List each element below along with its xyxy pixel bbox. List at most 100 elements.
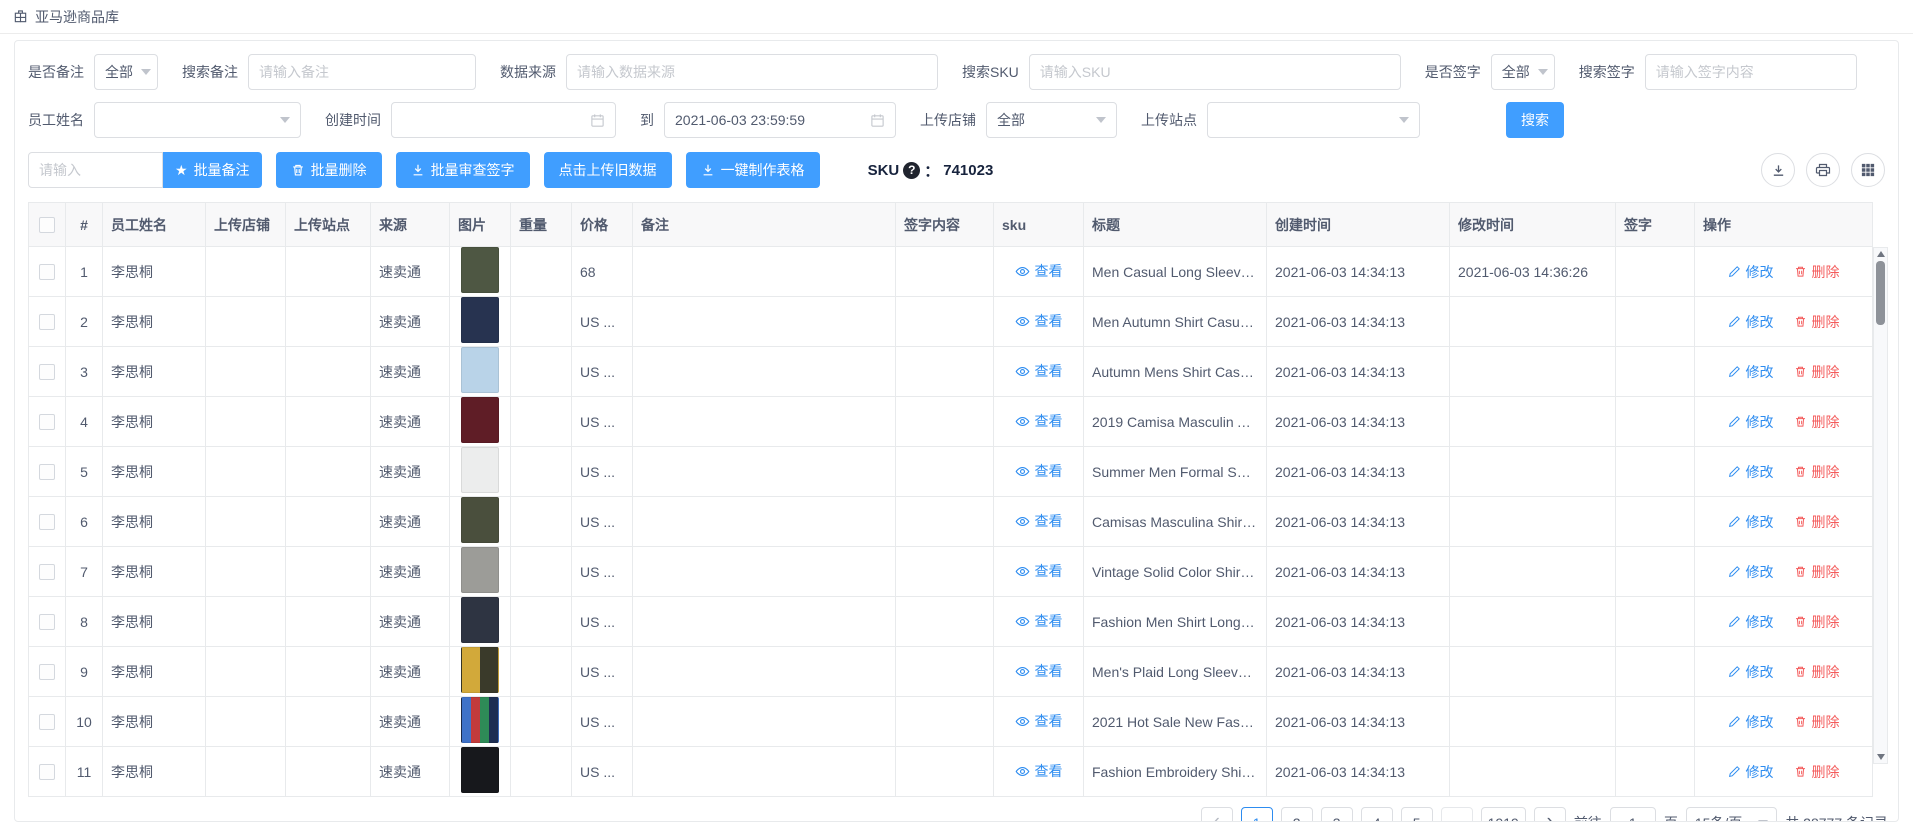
page-size-select[interactable]: 15条/页	[1686, 807, 1777, 822]
edit-button[interactable]: 修改	[1728, 512, 1774, 532]
view-sku-link[interactable]: 查看	[1015, 761, 1063, 781]
upload-old-data-button[interactable]: 点击上传旧数据	[544, 152, 672, 188]
row-checkbox[interactable]	[39, 414, 55, 430]
row-index: 10	[66, 697, 103, 747]
delete-button[interactable]: 删除	[1794, 612, 1840, 632]
cell-site	[286, 597, 371, 647]
page-button-3[interactable]: 3	[1321, 807, 1353, 822]
upload-site-select[interactable]	[1207, 102, 1420, 138]
row-checkbox[interactable]	[39, 314, 55, 330]
cell-shop	[206, 747, 286, 797]
question-circle-icon[interactable]: ?	[903, 162, 920, 179]
search-remark-input[interactable]	[248, 54, 476, 90]
select-all-checkbox[interactable]	[39, 217, 55, 233]
row-checkbox[interactable]	[39, 714, 55, 730]
batch-remark-input[interactable]	[28, 152, 163, 188]
row-checkbox[interactable]	[39, 764, 55, 780]
employee-select[interactable]	[94, 102, 301, 138]
product-image	[461, 497, 499, 543]
data-source-input[interactable]	[566, 54, 938, 90]
edit-button[interactable]: 修改	[1728, 462, 1774, 482]
edit-button[interactable]: 修改	[1728, 312, 1774, 332]
edit-button[interactable]: 修改	[1728, 412, 1774, 432]
scrollbar-thumb[interactable]	[1876, 261, 1885, 325]
delete-button[interactable]: 删除	[1794, 512, 1840, 532]
page-button-4[interactable]: 4	[1361, 807, 1393, 822]
view-sku-link[interactable]: 查看	[1015, 361, 1063, 381]
delete-button[interactable]: 删除	[1794, 412, 1840, 432]
edit-button[interactable]: 修改	[1728, 262, 1774, 282]
delete-button[interactable]: 删除	[1794, 762, 1840, 782]
upload-shop-select[interactable]: 全部	[986, 102, 1117, 138]
cell-title: Fashion Men Shirt Long Sl...	[1084, 597, 1267, 647]
print-button[interactable]	[1806, 153, 1840, 187]
row-checkbox[interactable]	[39, 264, 55, 280]
cell-source: 速卖通	[371, 497, 450, 547]
view-sku-link[interactable]: 查看	[1015, 411, 1063, 431]
search-sku-input[interactable]	[1029, 54, 1401, 90]
column-settings-button[interactable]	[1851, 153, 1885, 187]
edit-button[interactable]: 修改	[1728, 362, 1774, 382]
product-image	[461, 397, 499, 443]
create-time-end-input[interactable]: 2021-06-03 23:59:59	[664, 102, 896, 138]
page-button-2[interactable]: 2	[1281, 807, 1313, 822]
table-row: 2 李思桐 速卖通 US ... 查看 Men Autumn Shirt Cas…	[29, 297, 1873, 347]
calendar-icon	[870, 113, 885, 128]
delete-button[interactable]: 删除	[1794, 312, 1840, 332]
batch-remark-group: ★ 批量备注	[28, 152, 262, 188]
batch-remark-button[interactable]: ★ 批量备注	[163, 152, 262, 188]
edit-button[interactable]: 修改	[1728, 762, 1774, 782]
vertical-scrollbar[interactable]	[1873, 247, 1888, 764]
delete-button[interactable]: 删除	[1794, 462, 1840, 482]
view-sku-link[interactable]: 查看	[1015, 711, 1063, 731]
edit-button[interactable]: 修改	[1728, 662, 1774, 682]
page-button-1[interactable]: 1	[1241, 807, 1273, 822]
is-sign-select[interactable]: 全部	[1491, 54, 1555, 90]
batch-delete-button[interactable]: 批量删除	[276, 152, 382, 188]
view-sku-link[interactable]: 查看	[1015, 511, 1063, 531]
cell-created: 2021-06-03 14:34:13	[1267, 247, 1450, 297]
row-checkbox[interactable]	[39, 514, 55, 530]
row-checkbox[interactable]	[39, 464, 55, 480]
delete-button[interactable]: 删除	[1794, 662, 1840, 682]
row-checkbox[interactable]	[39, 664, 55, 680]
row-checkbox[interactable]	[39, 614, 55, 630]
delete-button[interactable]: 删除	[1794, 712, 1840, 732]
edit-button[interactable]: 修改	[1728, 712, 1774, 732]
goto-page-input[interactable]	[1610, 807, 1656, 822]
cell-modified	[1450, 447, 1616, 497]
product-table: # 员工姓名 上传店铺 上传站点 来源 图片 重量 价格 备注 签字内容 sku…	[28, 202, 1888, 797]
row-checkbox[interactable]	[39, 564, 55, 580]
page-button-5[interactable]: 5	[1401, 807, 1433, 822]
view-sku-link[interactable]: 查看	[1015, 611, 1063, 631]
edit-button[interactable]: 修改	[1728, 612, 1774, 632]
view-sku-link[interactable]: 查看	[1015, 461, 1063, 481]
view-sku-link[interactable]: 查看	[1015, 661, 1063, 681]
page-button-1919[interactable]: 1919	[1481, 807, 1526, 822]
edit-button[interactable]: 修改	[1728, 562, 1774, 582]
export-download-button[interactable]	[1761, 153, 1795, 187]
delete-button[interactable]: 删除	[1794, 562, 1840, 582]
row-checkbox[interactable]	[39, 364, 55, 380]
make-table-button[interactable]: 一键制作表格	[686, 152, 820, 188]
batch-review-sign-button[interactable]: 批量审查签字	[396, 152, 530, 188]
view-sku-link[interactable]: 查看	[1015, 561, 1063, 581]
delete-button[interactable]: 删除	[1794, 262, 1840, 282]
next-page-button[interactable]: ›	[1534, 807, 1566, 822]
col-price: 价格	[572, 203, 633, 247]
is-remark-select[interactable]: 全部	[94, 54, 158, 90]
search-button[interactable]: 搜索	[1506, 102, 1564, 138]
view-sku-link[interactable]: 查看	[1015, 311, 1063, 331]
goto-suffix: 页	[1664, 813, 1678, 822]
col-modified: 修改时间	[1450, 203, 1616, 247]
scroll-up-arrow-icon[interactable]	[1877, 251, 1885, 257]
view-sku-link[interactable]: 查看	[1015, 261, 1063, 281]
search-sign-input[interactable]	[1645, 54, 1857, 90]
row-index: 7	[66, 547, 103, 597]
delete-button[interactable]: 删除	[1794, 362, 1840, 382]
scroll-down-arrow-icon[interactable]	[1877, 754, 1885, 760]
pages-ellipsis[interactable]: •••	[1441, 807, 1473, 822]
cell-modified	[1450, 397, 1616, 447]
create-time-start-input[interactable]	[391, 102, 616, 138]
prev-page-button[interactable]: ‹	[1201, 807, 1233, 822]
